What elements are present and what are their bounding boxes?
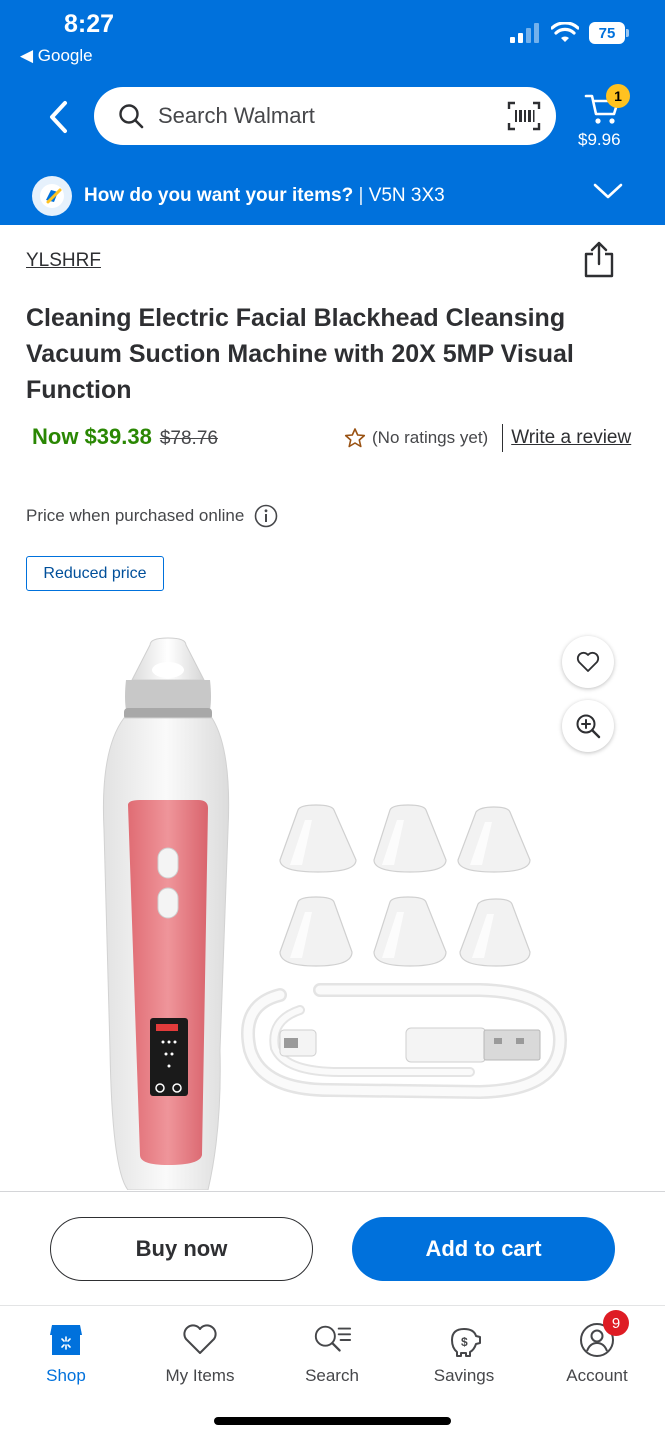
tab-shop[interactable]: Shop bbox=[11, 1320, 121, 1386]
store-icon bbox=[46, 1320, 86, 1360]
add-to-cart-button[interactable]: Add to cart bbox=[352, 1217, 615, 1281]
delivery-method-icon bbox=[32, 176, 72, 216]
tab-label: Savings bbox=[433, 1366, 495, 1385]
search-bar[interactable] bbox=[94, 87, 556, 145]
delivery-selector[interactable]: How do you want your items? | V5N 3X3 bbox=[0, 168, 665, 224]
tab-account[interactable]: 9 Account bbox=[542, 1310, 652, 1386]
product-image bbox=[102, 637, 568, 1190]
delivery-question: How do you want your items? bbox=[84, 185, 354, 206]
back-triangle-icon: ◀ bbox=[20, 46, 38, 65]
write-review-link[interactable]: Write a review bbox=[511, 427, 631, 449]
status-time: 8:27 bbox=[64, 10, 115, 38]
signal-icon bbox=[510, 23, 539, 43]
buy-now-button[interactable]: Buy now bbox=[50, 1217, 313, 1281]
product-title: Cleaning Electric Facial Blackhead Clean… bbox=[26, 304, 574, 404]
tab-search[interactable]: Search bbox=[277, 1320, 387, 1386]
cart-button[interactable]: 1 $9.96 bbox=[576, 84, 636, 154]
add-to-favorites-button[interactable] bbox=[562, 636, 614, 688]
tab-label: Shop bbox=[46, 1366, 86, 1385]
delivery-separator: | bbox=[353, 185, 369, 206]
postal-code: V5N 3X3 bbox=[368, 185, 445, 206]
rating-divider bbox=[502, 424, 504, 452]
current-price: Now $39.38 bbox=[32, 424, 152, 449]
app-header: 8:27 ◀ Google 75 Search Walmart 1 $9.96 … bbox=[0, 0, 665, 225]
original-price: $78.76 bbox=[159, 428, 218, 449]
cart-count-badge: 1 bbox=[606, 84, 630, 108]
rating-text: (No ratings yet) bbox=[372, 428, 489, 447]
battery-level: 75 bbox=[589, 22, 625, 44]
delivery-text: How do you want your items? | V5N 3X3 bbox=[84, 185, 445, 207]
tab-my-items[interactable]: My Items bbox=[145, 1320, 255, 1386]
battery-icon: 75 bbox=[589, 22, 629, 44]
zoom-in-icon bbox=[576, 714, 601, 739]
rating-row: (No ratings yet) Write a review bbox=[344, 424, 631, 452]
share-icon[interactable] bbox=[582, 240, 618, 280]
heart-icon bbox=[576, 651, 600, 672]
brand-link[interactable]: YLSHRF bbox=[26, 250, 101, 272]
search-list-icon bbox=[312, 1320, 352, 1360]
price-row: Now $39.38 $78.76 bbox=[32, 424, 218, 450]
status-indicators: 75 bbox=[509, 22, 629, 44]
back-app-label: Google bbox=[37, 46, 93, 65]
chevron-left-icon bbox=[50, 101, 67, 133]
star-outline-icon bbox=[344, 428, 366, 448]
savings-icon: $ bbox=[444, 1320, 484, 1360]
product-image-carousel[interactable] bbox=[0, 610, 665, 1190]
tab-label: Search bbox=[305, 1366, 359, 1385]
account-notification-badge: 9 bbox=[603, 1310, 629, 1336]
zoom-image-button[interactable] bbox=[562, 700, 614, 752]
svg-text:$: $ bbox=[461, 1335, 468, 1349]
back-to-google[interactable]: ◀ Google bbox=[20, 46, 93, 66]
search-icon bbox=[119, 104, 144, 129]
tab-label: My Items bbox=[165, 1366, 235, 1385]
barcode-scan-icon[interactable] bbox=[506, 98, 542, 134]
chevron-down-icon bbox=[593, 183, 623, 199]
tab-savings[interactable]: $ Savings bbox=[409, 1320, 519, 1386]
search-input[interactable] bbox=[158, 103, 506, 129]
account-icon: 9 bbox=[577, 1310, 629, 1360]
online-price-note: Price when purchased online bbox=[26, 504, 278, 528]
purchase-action-bar: Buy now Add to cart bbox=[0, 1191, 665, 1305]
home-indicator[interactable] bbox=[214, 1417, 451, 1425]
reduced-price-badge: Reduced price bbox=[26, 556, 164, 591]
back-button[interactable] bbox=[40, 97, 76, 137]
tab-label: Account bbox=[566, 1366, 628, 1385]
online-price-text: Price when purchased online bbox=[26, 506, 245, 525]
heart-icon bbox=[180, 1320, 220, 1360]
cart-total: $9.96 bbox=[578, 130, 621, 149]
wifi-icon bbox=[551, 22, 579, 42]
info-icon[interactable] bbox=[254, 504, 278, 528]
